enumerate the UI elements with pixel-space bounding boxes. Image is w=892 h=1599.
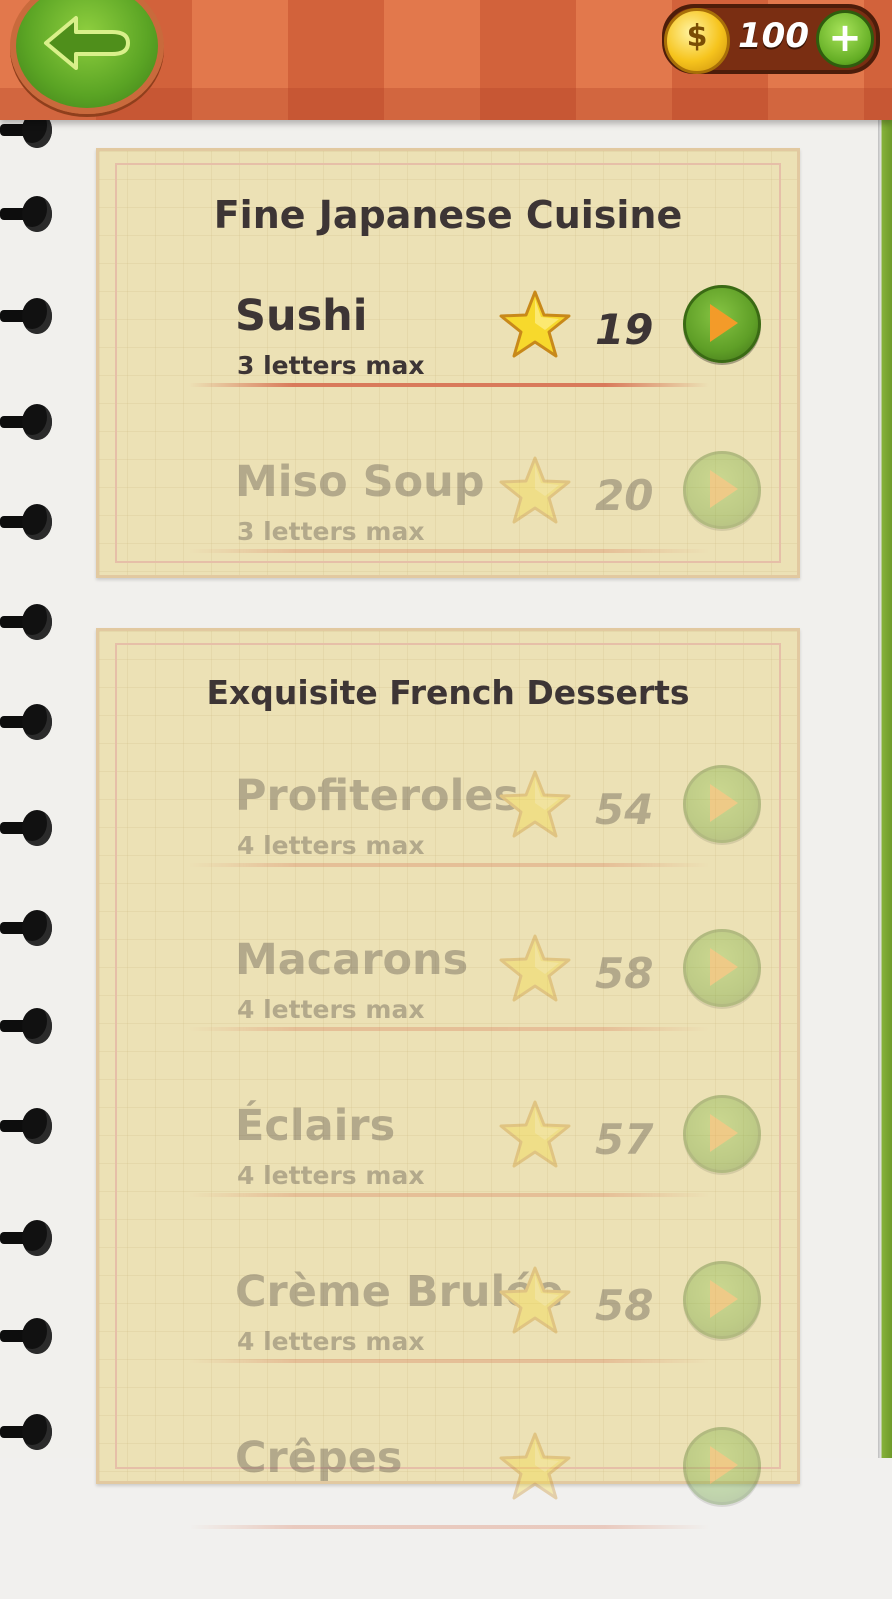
level-score: 20	[595, 471, 654, 520]
star-icon	[499, 290, 571, 358]
level-row[interactable]: Profiteroles 4 letters max 54	[99, 765, 797, 937]
play-button[interactable]	[683, 765, 761, 843]
binding-ring	[0, 404, 54, 440]
row-divider	[189, 383, 709, 387]
binding-ring	[0, 910, 54, 946]
level-letters-max: 4 letters max	[237, 1161, 425, 1190]
category-card-japanese: Fine Japanese Cuisine Sushi 3 letters ma…	[96, 148, 800, 578]
category-title: Fine Japanese Cuisine	[213, 193, 683, 237]
level-score: 58	[595, 949, 654, 998]
level-row[interactable]: Macarons 4 letters max 58	[99, 929, 797, 1101]
category-title: Exquisite French Desserts	[206, 673, 690, 712]
play-button[interactable]	[683, 451, 761, 529]
add-coins-button[interactable]: +	[816, 10, 874, 68]
page-edge	[878, 120, 892, 1458]
plus-icon: +	[828, 15, 862, 61]
star-icon	[499, 456, 571, 524]
star-icon	[499, 934, 571, 1002]
play-button[interactable]	[683, 1261, 761, 1339]
row-divider	[189, 549, 709, 553]
level-name: Crêpes	[235, 1433, 403, 1483]
binding-ring	[0, 504, 54, 540]
play-icon	[710, 948, 738, 986]
row-divider	[189, 1193, 709, 1197]
play-button[interactable]	[683, 285, 761, 363]
coin-balance: $ 100 +	[662, 4, 880, 74]
play-icon	[710, 304, 738, 342]
play-button[interactable]	[683, 929, 761, 1007]
level-score: 19	[595, 305, 654, 354]
level-name: Sushi	[235, 291, 368, 341]
level-row[interactable]: Sushi 3 letters max 19	[99, 285, 797, 457]
binding-ring	[0, 1220, 54, 1256]
play-icon	[710, 1114, 738, 1152]
star-icon	[499, 1432, 571, 1500]
play-icon	[710, 470, 738, 508]
category-card-french: Exquisite French Desserts Profiteroles 4…	[96, 628, 800, 1529]
level-score: 54	[595, 785, 654, 834]
binding-ring	[0, 196, 54, 232]
star-icon	[499, 1100, 571, 1168]
binding-ring	[0, 810, 54, 846]
dollar-coin-icon: $	[664, 8, 730, 74]
row-divider	[189, 863, 709, 867]
binding-ring	[0, 1008, 54, 1044]
level-letters-max: 4 letters max	[237, 831, 425, 860]
play-button[interactable]	[683, 1427, 761, 1505]
binding-ring	[0, 1108, 54, 1144]
level-name: Macarons	[235, 935, 469, 985]
level-score: 58	[595, 1281, 654, 1330]
play-icon	[710, 1280, 738, 1318]
back-arrow-icon	[44, 16, 130, 70]
star-icon	[499, 770, 571, 838]
row-divider	[189, 1359, 709, 1363]
level-name: Éclairs	[235, 1101, 396, 1151]
play-button[interactable]	[683, 1095, 761, 1173]
level-score: 57	[595, 1115, 654, 1164]
level-letters-max: 4 letters max	[237, 995, 425, 1024]
level-name: Miso Soup	[235, 457, 485, 507]
star-icon	[499, 1266, 571, 1334]
level-letters-max: 3 letters max	[237, 517, 425, 546]
level-row[interactable]: Éclairs 4 letters max 57	[99, 1095, 797, 1267]
binding-ring	[0, 604, 54, 640]
level-name: Profiteroles	[235, 771, 520, 821]
level-row[interactable]: Crème Brulée 4 letters max 58	[99, 1261, 797, 1433]
row-divider	[189, 1525, 709, 1529]
binding-ring	[0, 1318, 54, 1354]
coin-count: 100	[738, 16, 809, 56]
binding-ring	[0, 704, 54, 740]
play-icon	[710, 784, 738, 822]
level-letters-max: 4 letters max	[237, 1327, 425, 1356]
row-divider	[189, 1027, 709, 1031]
binding-ring	[0, 298, 54, 334]
play-icon	[710, 1446, 738, 1484]
binding-ring	[0, 1414, 54, 1450]
level-row[interactable]: Miso Soup 3 letters max 20	[99, 451, 797, 623]
coin-symbol: $	[686, 19, 708, 54]
level-letters-max: 3 letters max	[237, 351, 425, 380]
